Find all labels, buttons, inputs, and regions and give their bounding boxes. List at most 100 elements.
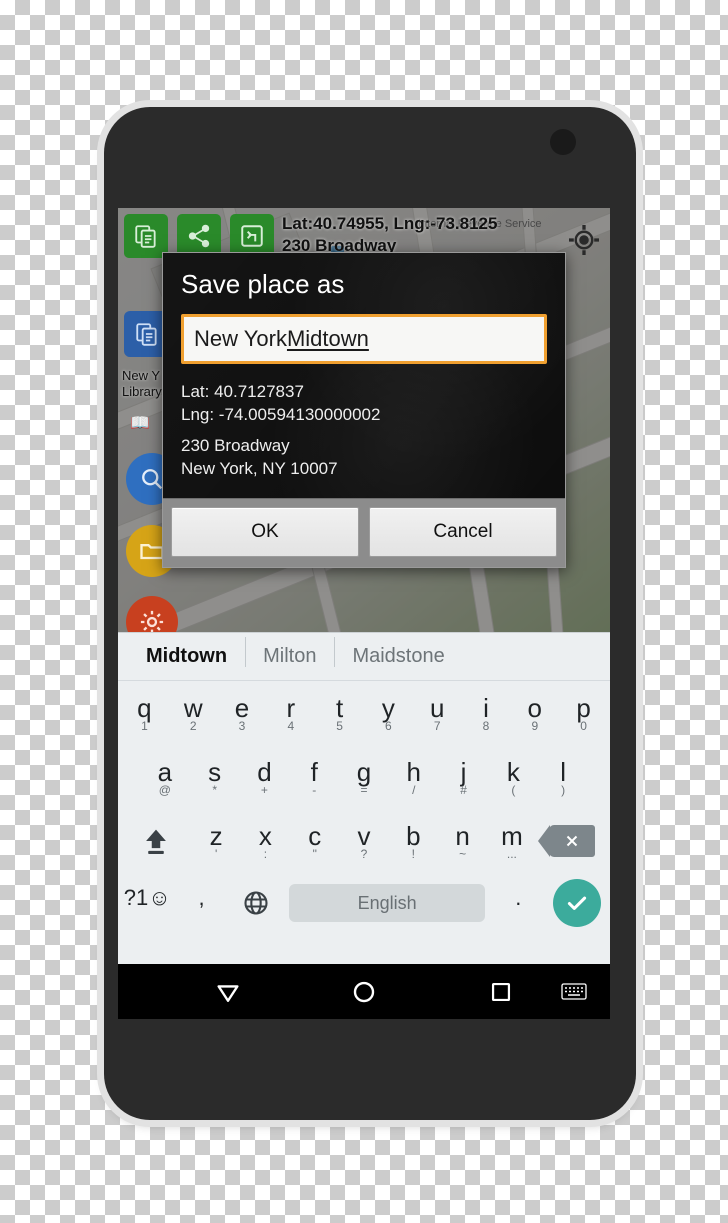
key-sublabel: :	[263, 847, 268, 861]
language-globe-icon[interactable]	[229, 889, 283, 917]
key-v[interactable]: v?	[339, 809, 388, 873]
key-sublabel: +	[260, 783, 268, 797]
key-sublabel: 7	[433, 719, 441, 733]
key-j[interactable]: j #	[439, 745, 489, 809]
key-w[interactable]: w2	[169, 681, 218, 745]
key-label: g	[356, 757, 372, 787]
key-label: t	[335, 693, 344, 723]
recents-square-icon[interactable]	[473, 964, 529, 1019]
key-r[interactable]: r4	[266, 681, 315, 745]
key-e[interactable]: e3	[218, 681, 267, 745]
key-sublabel: 0	[580, 719, 587, 733]
cancel-button[interactable]: Cancel	[369, 507, 557, 557]
dialog-lat: Lat: 40.7127837	[181, 382, 304, 401]
suggestion-item[interactable]: Midtown	[128, 645, 245, 668]
suggestion-item[interactable]: Maidstone	[334, 637, 462, 668]
key-label: d	[257, 757, 272, 787]
key-label: z	[209, 821, 223, 851]
key-q[interactable]: q1	[120, 681, 169, 745]
keyboard-row-3: z ' x: c " v? b! n ~ m...	[118, 809, 610, 873]
dialog-address-line1: 230 Broadway	[181, 436, 290, 455]
symbols-key[interactable]: ?1☺	[120, 887, 174, 914]
readout-latlng: Lat:40.74955, Lng:-73.8125	[282, 214, 498, 233]
backspace-box	[538, 825, 596, 857]
keyboard-row-2: a @ s * d + f- g = h / j # k( l)	[118, 745, 610, 809]
key-o[interactable]: o9	[510, 681, 559, 745]
key-sublabel: 8	[482, 719, 490, 733]
map-place-label-line1: New Y	[122, 368, 161, 383]
home-circle-icon[interactable]	[336, 964, 392, 1019]
key-c[interactable]: c "	[290, 809, 339, 873]
key-label: i	[483, 693, 489, 723]
key-x[interactable]: x:	[241, 809, 290, 873]
key-g[interactable]: g =	[339, 745, 389, 809]
key-label: o	[527, 693, 543, 723]
key-sublabel: 4	[287, 719, 295, 733]
key-sublabel: "	[312, 847, 317, 861]
key-sublabel: 9	[531, 719, 539, 733]
my-location-icon[interactable]	[566, 222, 602, 258]
key-label: k	[506, 757, 520, 787]
key-a[interactable]: a @	[140, 745, 190, 809]
key-t[interactable]: t5	[315, 681, 364, 745]
enter-checkmark-icon	[552, 879, 601, 927]
key-sublabel: =	[360, 783, 368, 797]
place-name-input[interactable]: New York Midtown	[181, 314, 547, 364]
backspace-icon[interactable]	[537, 809, 608, 873]
key-label: b	[406, 821, 421, 851]
key-label: w	[183, 693, 203, 723]
key-sublabel: (	[511, 783, 516, 797]
key-z[interactable]: z '	[191, 809, 240, 873]
key-sublabel: 1	[141, 719, 148, 733]
key-f[interactable]: f-	[289, 745, 339, 809]
key-l[interactable]: l)	[538, 745, 588, 809]
map-place-label-line2: Library	[122, 384, 162, 399]
back-triangle-icon[interactable]	[200, 964, 256, 1019]
hide-keyboard-icon[interactable]	[546, 964, 602, 1019]
key-p[interactable]: p0	[559, 681, 608, 745]
key-sublabel: '	[214, 847, 218, 861]
map-place-label: New Y Library	[122, 368, 162, 400]
shift-icon[interactable]	[120, 809, 191, 873]
save-place-dialog: Save place as New York Midtown Lat: 40.7…	[162, 252, 566, 568]
dialog-title: Save place as	[181, 269, 345, 299]
key-y[interactable]: y6	[364, 681, 413, 745]
key-label: q	[137, 693, 152, 723]
key-label: ?1☺	[123, 885, 171, 910]
key-m[interactable]: m...	[487, 809, 536, 873]
key-d[interactable]: d +	[240, 745, 290, 809]
ok-button[interactable]: OK	[171, 507, 359, 557]
soft-keyboard: Midtown Milton Maidstone q1 w2 e3 r4 t5 …	[118, 632, 610, 964]
key-s[interactable]: s *	[190, 745, 240, 809]
enter-key[interactable]	[545, 879, 608, 927]
key-h[interactable]: h /	[389, 745, 439, 809]
key-sublabel: *	[212, 783, 217, 797]
key-u[interactable]: u7	[413, 681, 462, 745]
key-k[interactable]: k(	[488, 745, 538, 809]
key-label: f	[310, 757, 318, 787]
key-sublabel: ?	[360, 847, 368, 861]
key-b[interactable]: b!	[389, 809, 438, 873]
dialog-body: Save place as New York Midtown Lat: 40.7…	[163, 253, 565, 498]
suggestion-item[interactable]: Milton	[245, 637, 334, 668]
key-label: a	[157, 757, 173, 787]
key-label: .	[515, 885, 522, 910]
key-n[interactable]: n ~	[438, 809, 487, 873]
key-comma[interactable]: ,	[174, 887, 228, 914]
dialog-lng: Lng: -74.00594130000002	[181, 405, 381, 424]
key-label: e	[234, 693, 250, 723]
key-label: n	[455, 821, 470, 851]
key-sublabel: 2	[189, 719, 197, 733]
key-period[interactable]: .	[491, 887, 545, 914]
space-key[interactable]: English	[289, 884, 486, 922]
key-sublabel: 5	[336, 719, 343, 733]
key-label: v	[357, 821, 371, 851]
key-label: u	[429, 693, 445, 723]
place-name-value: New York	[194, 326, 287, 351]
key-i[interactable]: i8	[462, 681, 511, 745]
key-sublabel: /	[412, 783, 416, 797]
key-sublabel: #	[460, 783, 467, 797]
keyboard-row-1: q1 w2 e3 r4 t5 y6 u7 i8 o9 p0	[118, 681, 610, 745]
library-book-icon: 📖	[130, 415, 150, 432]
key-label: h	[406, 757, 422, 787]
